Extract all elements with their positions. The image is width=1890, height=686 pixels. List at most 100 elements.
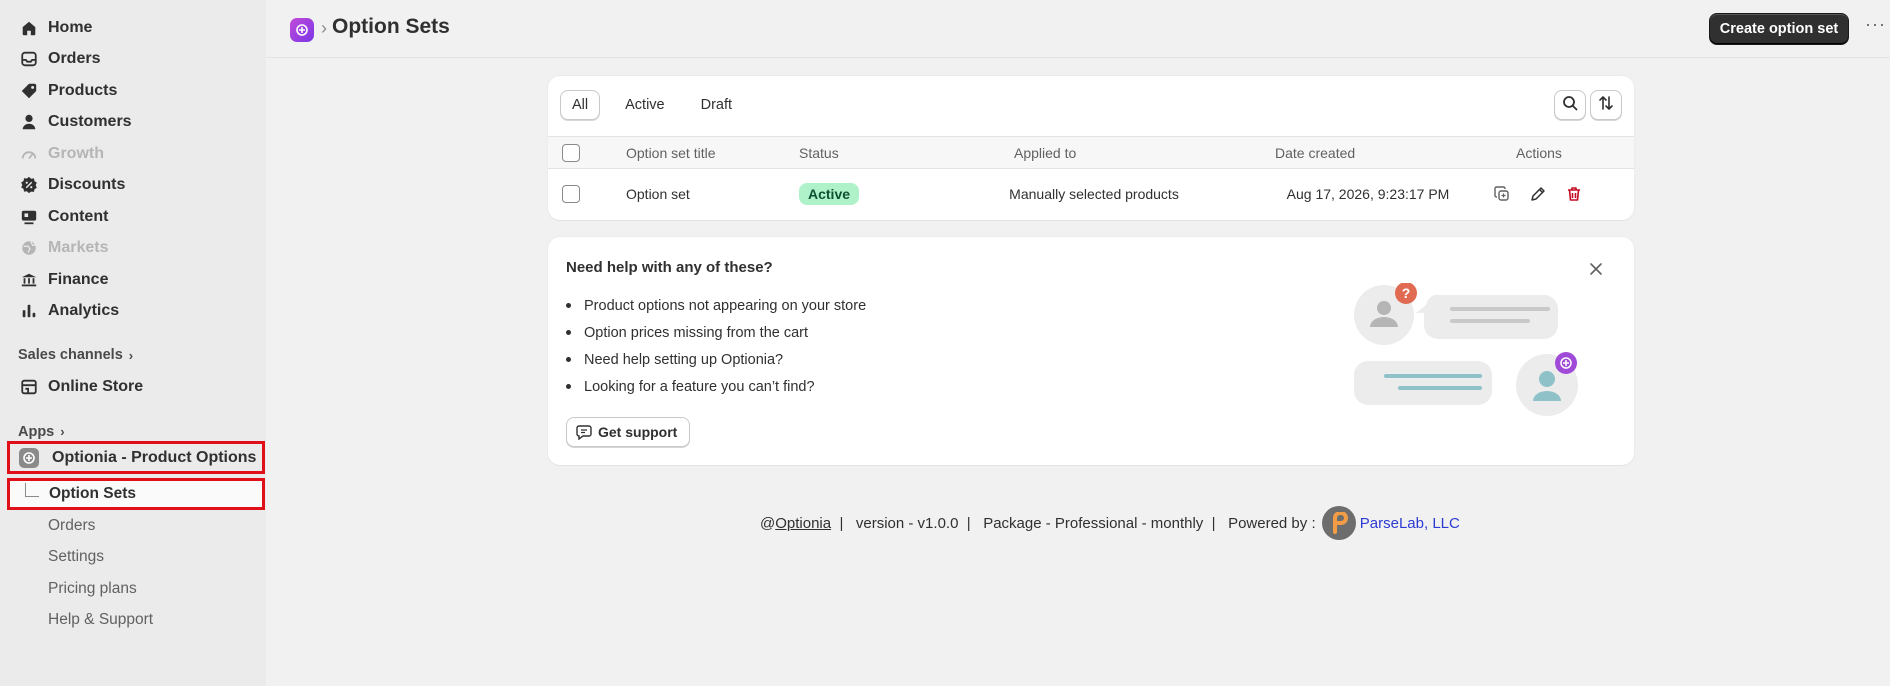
tab-draft[interactable]: Draft <box>690 90 743 120</box>
row-checkbox[interactable] <box>562 185 580 203</box>
help-card: Need help with any of these? Product opt… <box>548 237 1634 465</box>
tab-active[interactable]: Active <box>614 90 676 120</box>
filter-tabs: All Active Draft <box>560 90 757 120</box>
sidebar-item-finance[interactable]: Finance <box>0 264 266 296</box>
help-list-item: Need help setting up Optionia? <box>566 346 866 373</box>
sidebar-subitem-settings[interactable]: Settings <box>0 542 266 574</box>
sidebar-subitem-orders[interactable]: Orders <box>0 510 266 542</box>
gauge-icon <box>20 145 38 163</box>
sidebar-item-label: Orders <box>48 50 101 68</box>
sidebar-item-orders[interactable]: Orders <box>0 44 266 76</box>
chevron-right-icon: › <box>128 347 134 363</box>
sidebar-item-analytics[interactable]: Analytics <box>0 296 266 328</box>
app-name: Optionia - Product Options <box>52 448 257 466</box>
store-icon <box>20 378 38 396</box>
sidebar-item-label: Customers <box>48 113 132 131</box>
sidebar-item-label: Analytics <box>48 302 120 320</box>
sidebar-subitem-help-support[interactable]: Help & Support <box>0 605 266 637</box>
sidebar-item-markets: Markets <box>0 233 266 265</box>
chat-bubble-icon <box>576 424 592 440</box>
sidebar-item-label: Markets <box>48 239 109 257</box>
column-header-status[interactable]: Status <box>799 137 839 168</box>
status-badge: Active <box>799 183 860 205</box>
close-icon[interactable] <box>1586 259 1606 279</box>
column-header-title[interactable]: Option set title <box>626 137 716 168</box>
chevron-right-icon: › <box>60 424 65 439</box>
svg-text:?: ? <box>1402 285 1411 301</box>
breadcrumb-chevron-icon: › <box>321 18 327 38</box>
sidebar-item-growth: Growth <box>0 138 266 170</box>
sidebar-item-online-store[interactable]: Online Store <box>0 371 266 403</box>
table-row[interactable]: Option set Active Manually selected prod… <box>548 169 1634 219</box>
bar-chart-icon <box>20 302 38 320</box>
delete-trash-icon[interactable] <box>1564 184 1584 204</box>
sort-icon <box>1598 95 1614 116</box>
sidebar-item-customers[interactable]: Customers <box>0 107 266 139</box>
help-list-item: Option prices missing from the cart <box>566 319 866 346</box>
select-all-checkbox[interactable] <box>562 143 580 162</box>
column-header-applied-to[interactable]: Applied to <box>1014 137 1076 168</box>
tag-icon <box>20 82 38 100</box>
search-icon <box>1562 95 1578 116</box>
parselab-link[interactable]: ParseLab, LLC <box>1360 515 1460 532</box>
row-title[interactable]: Option set <box>626 169 690 219</box>
sort-button[interactable] <box>1590 90 1622 120</box>
get-support-label: Get support <box>598 424 678 440</box>
footer-version: version - v1.0.0 <box>855 514 959 532</box>
sales-channels-label[interactable]: Sales channels › <box>0 341 266 369</box>
sidebar-subitem-pricing-plans[interactable]: Pricing plans <box>0 573 266 605</box>
discount-icon <box>20 176 38 194</box>
parselab-logo-icon <box>1321 506 1356 540</box>
duplicate-icon[interactable] <box>1492 184 1512 204</box>
tree-branch-icon <box>25 483 39 497</box>
sidebar-item-label: Finance <box>48 270 109 288</box>
sidebar-item-label: Option Sets <box>49 485 136 502</box>
footer-at: @ <box>760 514 776 532</box>
home-icon <box>20 19 38 37</box>
sidebar-item-label: Growth <box>48 144 104 162</box>
optionia-link[interactable]: Optionia <box>775 515 831 532</box>
sidebar-item-label: Discounts <box>48 176 126 194</box>
help-title: Need help with any of these? <box>566 259 773 276</box>
get-support-button[interactable]: Get support <box>566 417 691 447</box>
help-list-item: Product options not appearing on your st… <box>566 292 866 319</box>
sidebar-item-content[interactable]: Content <box>0 201 266 233</box>
globe-icon <box>20 239 38 257</box>
sidebar-item-label: Online Store <box>48 377 144 395</box>
edit-pencil-icon[interactable] <box>1528 184 1548 204</box>
footer: @ Optionia | version - v1.0.0 | Package -… <box>760 506 1460 540</box>
person-icon <box>20 113 38 131</box>
sidebar-item-optionia-app[interactable]: Optionia - Product Options <box>7 441 265 474</box>
row-actions <box>1492 169 1600 219</box>
sidebar-item-products[interactable]: Products <box>0 75 266 107</box>
apps-text: Apps <box>18 423 55 440</box>
inbox-icon <box>20 50 38 68</box>
sidebar-item-home[interactable]: Home <box>0 12 266 44</box>
footer-powered-by: Powered by : <box>1228 514 1316 532</box>
footer-package: Package - Professional - monthly <box>983 514 1204 532</box>
help-list: Product options not appearing on your st… <box>566 292 866 400</box>
sales-channels-text: Sales channels <box>18 347 123 363</box>
more-actions-icon[interactable]: ··· <box>1865 14 1886 35</box>
support-chat-illustration: ? <box>1354 282 1584 423</box>
sidebar-item-discounts[interactable]: Discounts <box>0 170 266 202</box>
optionia-app-icon <box>19 447 39 468</box>
row-applied-to: Manually selected products <box>1009 186 1179 202</box>
column-header-actions: Actions <box>1516 144 1562 161</box>
column-header-date-created[interactable]: Date created <box>1275 137 1355 168</box>
content-icon <box>20 208 38 226</box>
optionia-logo-icon[interactable] <box>290 18 314 42</box>
create-option-set-button[interactable]: Create option set <box>1709 13 1849 45</box>
option-sets-table-card: All Active Draft Option set title Status… <box>548 76 1634 220</box>
help-list-item: Looking for a feature you can’t find? <box>566 373 866 400</box>
tab-all[interactable]: All <box>560 90 601 120</box>
top-bar: › Option Sets Create option set ··· <box>266 0 1890 58</box>
sidebar-item-label: Home <box>48 18 93 36</box>
sidebar: Home Orders Products Customers Growth Discoun… <box>0 0 266 686</box>
search-button[interactable] <box>1554 90 1586 120</box>
bank-icon <box>20 271 38 289</box>
sidebar-item-option-sets[interactable]: Option Sets <box>7 478 265 510</box>
sidebar-item-label: Products <box>48 81 118 99</box>
sidebar-item-label: Content <box>48 207 109 225</box>
row-date-created: Aug 17, 2026, 9:23:17 PM <box>1286 186 1450 202</box>
